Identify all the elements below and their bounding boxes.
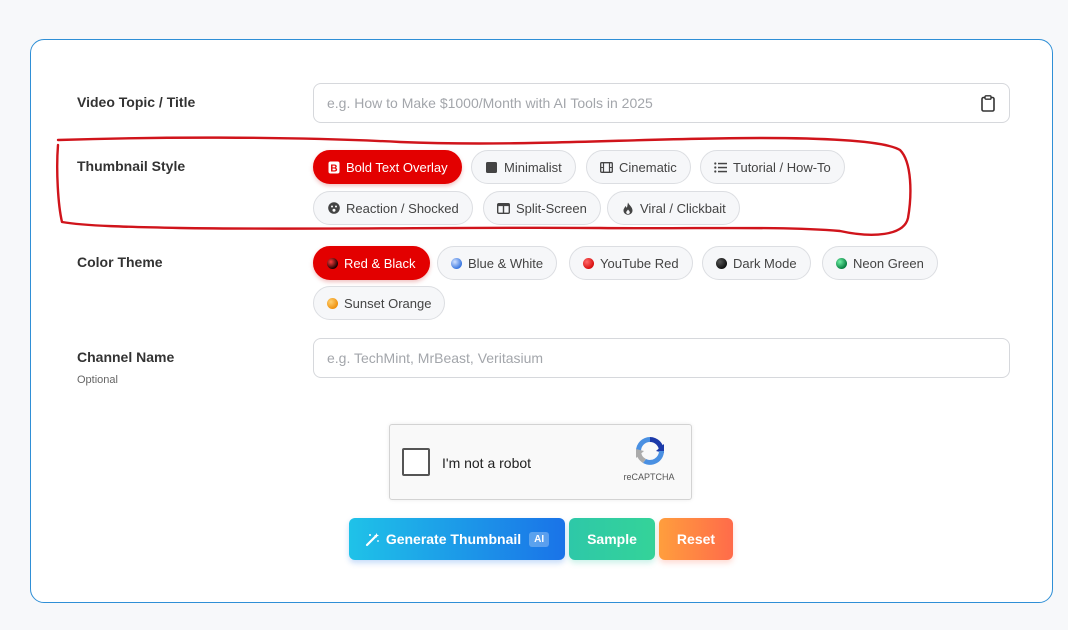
generate-thumbnail-button[interactable]: Generate Thumbnail AI [349, 518, 565, 560]
style-option-label: Tutorial / How-To [733, 159, 831, 175]
reset-button[interactable]: Reset [659, 518, 733, 560]
channel-name-input-wrapper [313, 338, 1010, 378]
video-topic-label: Video Topic / Title [77, 94, 196, 110]
thumbnail-style-label: Thumbnail Style [77, 158, 186, 174]
color-option-sunset-orange[interactable]: Sunset Orange [313, 286, 446, 320]
video-topic-input[interactable] [314, 84, 1009, 122]
style-option-split-screen[interactable]: Split-Screen [483, 191, 601, 225]
color-option-youtube-red[interactable]: YouTube Red [569, 246, 693, 280]
square-icon [485, 161, 498, 174]
style-option-label: Reaction / Shocked [346, 200, 459, 216]
color-option-label: Blue & White [468, 255, 544, 271]
color-option-red-black[interactable]: Red & Black [313, 246, 430, 280]
color-swatch-dot [327, 257, 338, 269]
channel-name-input[interactable] [314, 339, 1009, 377]
clipboard-icon[interactable] [981, 95, 995, 112]
style-option-minimalist[interactable]: Minimalist [471, 150, 576, 184]
list-icon [714, 161, 727, 174]
color-option-neon-green[interactable]: Neon Green [822, 246, 938, 280]
color-option-label: Dark Mode [733, 255, 797, 271]
video-topic-input-wrapper [313, 83, 1010, 123]
split-screen-icon [497, 202, 510, 215]
color-option-label: YouTube Red [600, 255, 679, 271]
channel-name-label: Channel Name [77, 349, 175, 365]
style-option-label: Cinematic [619, 159, 677, 175]
recaptcha-brand: reCAPTCHA [623, 472, 675, 482]
recaptcha-label: I'm not a robot [442, 455, 532, 471]
form-card: Video Topic / Title Thumbnail Style B Bo… [30, 39, 1053, 603]
color-option-label: Sunset Orange [344, 295, 432, 311]
style-option-label: Split-Screen [516, 200, 587, 216]
color-option-dark-mode[interactable]: Dark Mode [702, 246, 811, 280]
color-swatch-dot [327, 297, 338, 309]
color-swatch-dot [836, 257, 847, 269]
film-icon [600, 161, 613, 174]
style-option-reaction-shocked[interactable]: Reaction / Shocked [313, 191, 473, 225]
recaptcha-widget: I'm not a robot reCAPTCHA [389, 424, 692, 500]
color-swatch-dot [451, 257, 462, 269]
bold-b-icon: B [327, 161, 340, 174]
color-swatch-dot [583, 257, 594, 269]
sample-button-label: Sample [587, 531, 637, 547]
style-option-tutorial[interactable]: Tutorial / How-To [700, 150, 845, 184]
color-option-label: Neon Green [853, 255, 924, 271]
generate-thumbnail-label: Generate Thumbnail [385, 531, 522, 547]
ai-badge: AI [529, 531, 550, 547]
style-option-cinematic[interactable]: Cinematic [586, 150, 691, 184]
style-option-label: Bold Text Overlay [346, 159, 448, 175]
channel-name-optional-hint: Optional [77, 374, 118, 386]
shocked-face-icon [327, 202, 340, 215]
recaptcha-logo-icon [636, 437, 664, 465]
color-swatch-dot [716, 257, 727, 269]
color-option-blue-white[interactable]: Blue & White [437, 246, 558, 280]
style-option-label: Viral / Clickbait [640, 200, 726, 216]
color-theme-label: Color Theme [77, 254, 163, 270]
color-option-label: Red & Black [344, 255, 416, 271]
fire-icon [621, 202, 634, 215]
recaptcha-checkbox[interactable] [402, 448, 430, 476]
style-option-label: Minimalist [504, 159, 562, 175]
style-option-bold-text-overlay[interactable]: B Bold Text Overlay [313, 150, 462, 184]
reset-button-label: Reset [676, 531, 716, 547]
sample-button[interactable]: Sample [569, 518, 655, 560]
magic-wand-icon [365, 532, 379, 546]
svg-text:B: B [330, 163, 337, 174]
style-option-viral-clickbait[interactable]: Viral / Clickbait [607, 191, 740, 225]
